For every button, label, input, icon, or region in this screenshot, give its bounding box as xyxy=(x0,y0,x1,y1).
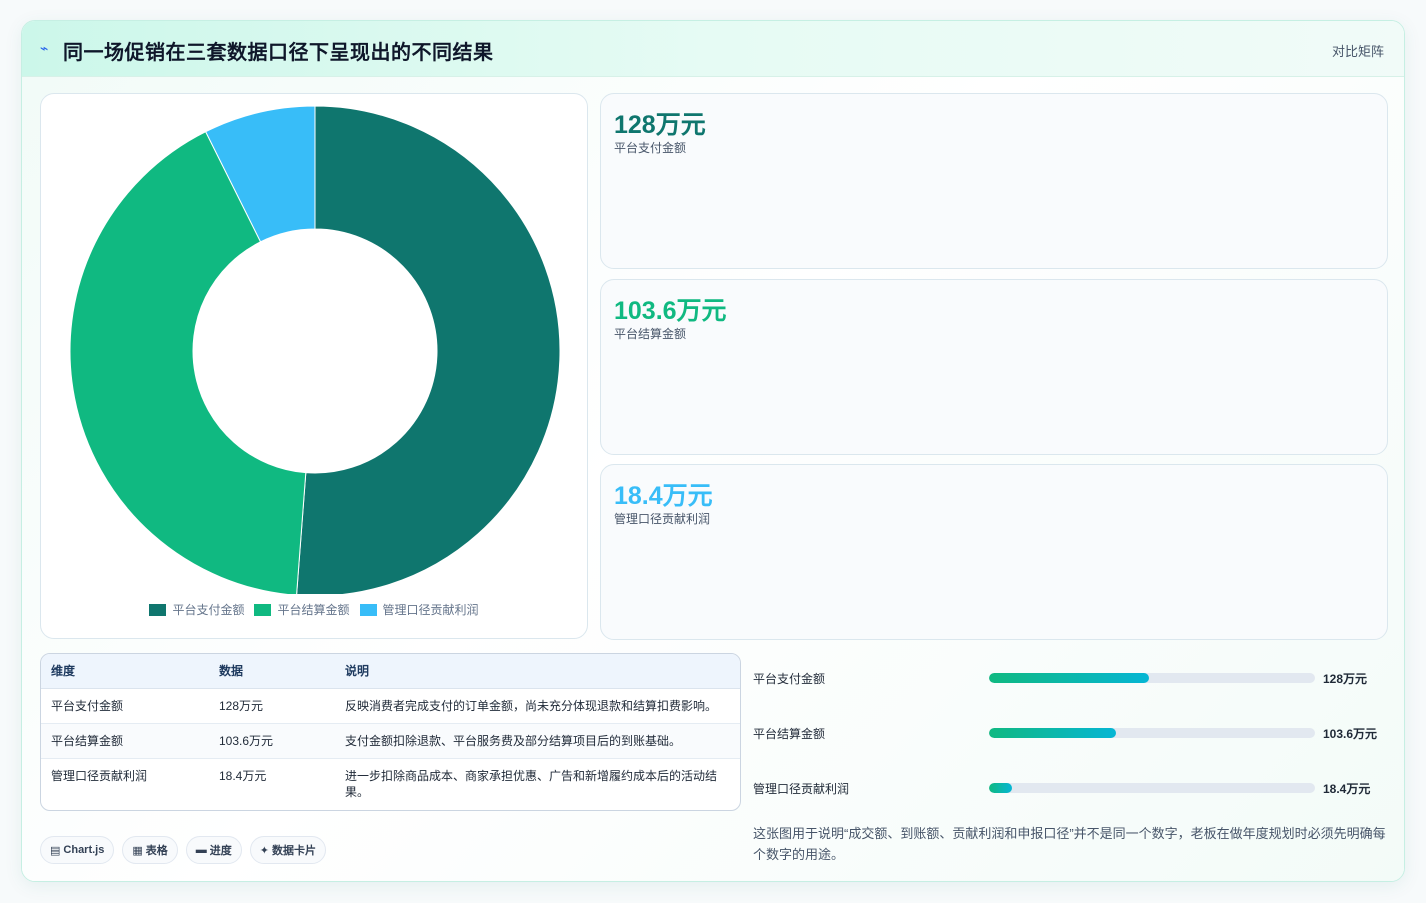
column-header: 说明 xyxy=(335,654,740,689)
comparison-table: 维度 数据 说明 平台支付金额 128万元 反映消费者完成支付的订单金额，尚未充… xyxy=(40,653,741,811)
progress-row-profit: 管理口径贡献利润 18.4万元 xyxy=(753,778,1393,798)
legend-label: 平台支付金额 xyxy=(172,603,245,617)
legend-item-settlement[interactable]: 平台结算金额 xyxy=(254,601,350,618)
doughnut-chart xyxy=(69,105,561,594)
progress-fill xyxy=(989,783,1012,793)
stat-label: 管理口径贡献利润 xyxy=(614,512,711,526)
stat-card-payment: 128万元 平台支付金额 xyxy=(600,93,1388,269)
table-cell: 18.4万元 xyxy=(219,768,267,783)
stat-value: 103.6万元 xyxy=(614,297,727,325)
table-cell: 128万元 xyxy=(209,688,335,724)
progress-label: 平台结算金额 xyxy=(753,727,826,741)
legend-label: 管理口径贡献利润 xyxy=(382,603,479,617)
table-row: 管理口径贡献利润 18.4万元 进一步扣除商品成本、商家承担优惠、广告和新增履约… xyxy=(41,758,740,809)
progress-icon: ▬ xyxy=(195,844,207,856)
stat-label: 平台支付金额 xyxy=(614,141,687,155)
table-header-row: 维度 数据 说明 xyxy=(41,654,740,689)
stat-card-settlement: 103.6万元 平台结算金额 xyxy=(600,279,1388,455)
progress-track xyxy=(989,728,1315,738)
stat-card-profit: 18.4万元 管理口径贡献利润 xyxy=(600,464,1388,640)
table-icon: ▦ xyxy=(132,844,143,857)
progress-fill xyxy=(989,673,1149,683)
table-cell: 平台支付金额 xyxy=(41,688,209,724)
explanation-note: 这张图用于说明“成交额、到账额、贡献利润和申报口径”并不是同一个数字，老板在做年… xyxy=(753,826,1386,862)
compare-matrix-label: 对比矩阵 xyxy=(1331,44,1384,59)
chip-chartjs[interactable]: ▤ Chart.js xyxy=(40,836,115,864)
column-header: 维度 xyxy=(41,654,209,689)
progress-value: 128万元 xyxy=(1323,672,1368,686)
doughnut-slice-1[interactable] xyxy=(296,105,561,594)
table-row: 平台结算金额 103.6万元 支付金额扣除退款、平台服务费及部分结算项目后的到账… xyxy=(41,723,740,759)
legend-item-profit[interactable]: 管理口径贡献利润 xyxy=(359,601,479,618)
chart-icon: ▤ xyxy=(50,844,61,857)
progress-value: 18.4万元 xyxy=(1323,782,1371,796)
progress-track xyxy=(989,673,1315,683)
progress-row-payment: 平台支付金额 128万元 xyxy=(753,668,1393,688)
table-cell: 平台结算金额 xyxy=(41,723,209,759)
stat-value: 128万元 xyxy=(614,111,706,139)
legend-swatch xyxy=(254,603,272,616)
progress-label: 管理口径贡献利润 xyxy=(753,782,850,796)
legend-item-payment[interactable]: 平台支付金额 xyxy=(149,601,244,618)
progress-track xyxy=(989,783,1315,793)
chart-legend: 平台支付金额 平台结算金额 管理口径贡献利润 xyxy=(41,601,587,618)
stat-label: 平台结算金额 xyxy=(614,327,687,341)
chip-table[interactable]: ▦ 表格 xyxy=(122,836,178,864)
progress-fill xyxy=(989,728,1117,738)
legend-label: 平台结算金额 xyxy=(277,603,350,617)
sparkle-icon: ✦ xyxy=(259,844,269,857)
legend-swatch xyxy=(149,603,167,616)
chip-label: 进度 xyxy=(209,845,232,857)
chip-label: 数据卡片 xyxy=(272,845,316,857)
chip-data-card[interactable]: ✦ 数据卡片 xyxy=(249,836,326,864)
card-header: ⌁ 同一场促销在三套数据口径下呈现出的不同结果 对比矩阵 xyxy=(22,21,1404,77)
feature-chips: ▤ Chart.js ▦ 表格 ▬ 进度 ✦ 数据卡片 xyxy=(40,836,326,864)
doughnut-chart-panel: 平台支付金额 平台结算金额 管理口径贡献利润 xyxy=(40,93,588,639)
table-cell: 进一步扣除商品成本、商家承担优惠、广告和新增履约成本后的活动结果。 xyxy=(345,768,718,799)
stat-value: 18.4万元 xyxy=(614,482,713,510)
page-title: 同一场促销在三套数据口径下呈现出的不同结果 xyxy=(63,42,494,64)
chip-label: Chart.js xyxy=(63,844,105,856)
table-cell: 管理口径贡献利润 xyxy=(51,768,148,783)
table-row: 平台支付金额 128万元 反映消费者完成支付的订单金额，尚未充分体现退款和结算扣… xyxy=(41,688,740,724)
column-header: 数据 xyxy=(209,654,335,689)
progress-label: 平台支付金额 xyxy=(753,672,826,686)
chip-label: 表格 xyxy=(145,845,168,857)
report-card: ⌁ 同一场促销在三套数据口径下呈现出的不同结果 对比矩阵 平台支付金额 平台结算… xyxy=(21,20,1405,882)
chip-progress[interactable]: ▬ 进度 xyxy=(185,836,242,864)
table-cell: 支付金额扣除退款、平台服务费及部分结算项目后的到账基础。 xyxy=(335,723,740,759)
table-cell: 反映消费者完成支付的订单金额，尚未充分体现退款和结算扣费影响。 xyxy=(335,688,740,724)
sparkline-icon: ⌁ xyxy=(40,40,49,56)
legend-swatch xyxy=(359,603,377,616)
progress-value: 103.6万元 xyxy=(1323,727,1378,741)
table-cell: 103.6万元 xyxy=(209,723,335,759)
progress-row-settlement: 平台结算金额 103.6万元 xyxy=(753,723,1393,743)
